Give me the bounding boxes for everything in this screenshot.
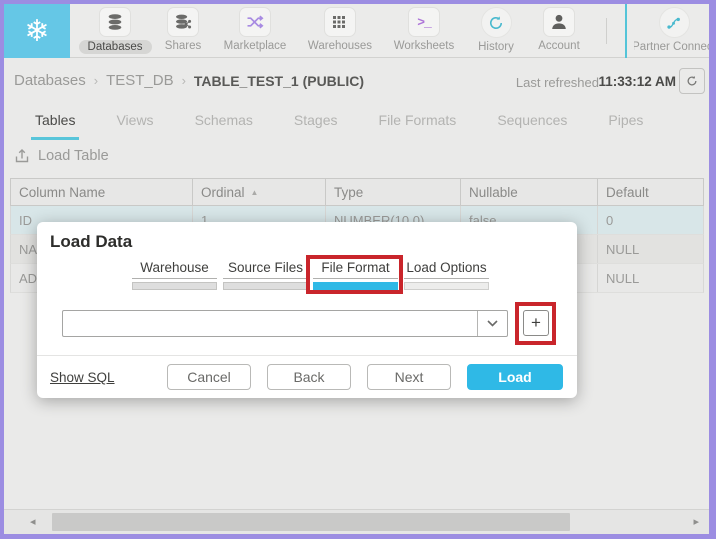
nav-marketplace[interactable]: Marketplace <box>215 7 295 57</box>
load-data-modal: Load Data Warehouse Source Files File Fo… <box>37 222 577 398</box>
breadcrumb-row: Databases › TEST_DB › TABLE_TEST_1 (PUBL… <box>4 59 709 103</box>
step-file-format[interactable]: File Format <box>313 260 398 290</box>
breadcrumb-separator: › <box>93 73 99 88</box>
nav-databases-label: Databases <box>78 40 152 54</box>
nav-partner-connect[interactable]: Partner Connect <box>634 7 709 57</box>
tab-views[interactable]: Views <box>112 103 157 140</box>
nav-marketplace-label: Marketplace <box>223 40 287 52</box>
cell-default: NULL <box>606 242 640 257</box>
table-header-row: Column Name Ordinal ▲ Type Nullable Defa… <box>10 178 704 206</box>
breadcrumb-current-table: TABLE_TEST_1 (PUBLIC) <box>193 72 365 89</box>
tab-file-formats[interactable]: File Formats <box>375 103 461 140</box>
shares-icon <box>167 7 199 37</box>
breadcrumb-databases[interactable]: Databases <box>14 72 86 89</box>
nav-partner-connect-label: Partner Connect <box>634 41 709 53</box>
snowflake-logo[interactable]: ❄ <box>4 4 70 58</box>
nav-divider <box>606 18 607 44</box>
snowflake-icon: ❄ <box>24 14 50 48</box>
step-load-options[interactable]: Load Options <box>404 260 489 290</box>
cell-default: NULL <box>606 271 640 286</box>
nav-worksheets[interactable]: >_ Worksheets <box>382 7 466 57</box>
tab-stages[interactable]: Stages <box>290 103 342 140</box>
history-icon <box>480 7 512 38</box>
warehouses-icon <box>324 7 356 37</box>
show-sql-link[interactable]: Show SQL <box>50 370 115 385</box>
header-nullable[interactable]: Nullable <box>461 179 598 205</box>
top-navigation: ❄ Databases Shares Marketplace Warehouse… <box>4 4 709 58</box>
nav-shares-label: Shares <box>164 40 202 52</box>
nav-worksheets-label: Worksheets <box>393 40 455 52</box>
horizontal-scrollbar: ◂ ▸ <box>4 509 709 534</box>
scroll-left-arrow[interactable]: ◂ <box>30 515 36 528</box>
databases-icon <box>99 7 131 37</box>
section-tabs: Tables Views Schemas Stages File Formats… <box>4 103 709 140</box>
nav-databases[interactable]: Databases <box>78 7 152 57</box>
refresh-button[interactable] <box>679 68 705 94</box>
nav-history-label: History <box>478 41 514 53</box>
last-refreshed-label: Last refreshed <box>515 75 599 90</box>
header-ordinal[interactable]: Ordinal ▲ <box>193 179 326 205</box>
header-column-name[interactable]: Column Name <box>11 179 193 205</box>
tab-pipes[interactable]: Pipes <box>604 103 647 140</box>
header-type[interactable]: Type <box>326 179 461 205</box>
tab-tables[interactable]: Tables <box>31 103 80 140</box>
marketplace-shuffle-icon <box>239 7 271 37</box>
load-table-button[interactable]: Load Table <box>14 148 109 164</box>
add-file-format-button[interactable]: + <box>523 310 549 336</box>
file-format-select[interactable] <box>62 310 508 337</box>
worksheets-terminal-icon: >_ <box>408 7 440 37</box>
breadcrumb-separator: › <box>181 73 186 88</box>
refresh-icon <box>687 75 697 86</box>
step-source-files-bar <box>223 282 308 290</box>
account-person-icon <box>543 7 575 37</box>
step-warehouse[interactable]: Warehouse <box>132 260 217 290</box>
load-button[interactable]: Load <box>467 364 563 390</box>
header-default[interactable]: Default <box>598 179 703 205</box>
chevron-down-icon <box>477 311 507 336</box>
cell-default: 0 <box>606 213 614 228</box>
modal-title: Load Data <box>50 232 133 251</box>
last-refreshed-time: 11:33:12 AM <box>598 74 676 89</box>
scrollbar-thumb[interactable] <box>52 513 570 531</box>
app-window: ❄ Databases Shares Marketplace Warehouse… <box>4 4 709 534</box>
sort-asc-icon: ▲ <box>250 188 259 197</box>
nav-account-label: Account <box>538 40 580 52</box>
nav-shares[interactable]: Shares <box>153 7 213 57</box>
nav-account[interactable]: Account <box>527 7 591 57</box>
load-table-upload-icon <box>15 149 29 163</box>
partner-connect-icon <box>658 7 690 38</box>
table-toolbar: Load Table <box>4 142 709 178</box>
breadcrumb: Databases › TEST_DB › TABLE_TEST_1 (PUBL… <box>14 72 364 89</box>
tab-schemas[interactable]: Schemas <box>191 103 257 140</box>
tab-sequences[interactable]: Sequences <box>493 103 571 140</box>
step-warehouse-bar <box>132 282 217 290</box>
load-table-label: Load Table <box>38 148 109 164</box>
back-button[interactable]: Back <box>267 364 351 390</box>
nav-history[interactable]: History <box>466 7 526 57</box>
nav-warehouses-label: Warehouses <box>307 40 373 52</box>
step-source-files[interactable]: Source Files <box>223 260 308 290</box>
step-load-options-bar <box>404 282 489 290</box>
next-button[interactable]: Next <box>367 364 451 390</box>
nav-teal-separator <box>625 4 627 58</box>
plus-icon: + <box>531 313 541 332</box>
nav-warehouses[interactable]: Warehouses <box>300 7 380 57</box>
scroll-right-arrow[interactable]: ▸ <box>693 515 699 528</box>
step-file-format-bar <box>313 282 398 290</box>
cancel-button[interactable]: Cancel <box>167 364 251 390</box>
breadcrumb-test-db[interactable]: TEST_DB <box>106 72 174 89</box>
modal-footer-divider <box>37 355 577 356</box>
